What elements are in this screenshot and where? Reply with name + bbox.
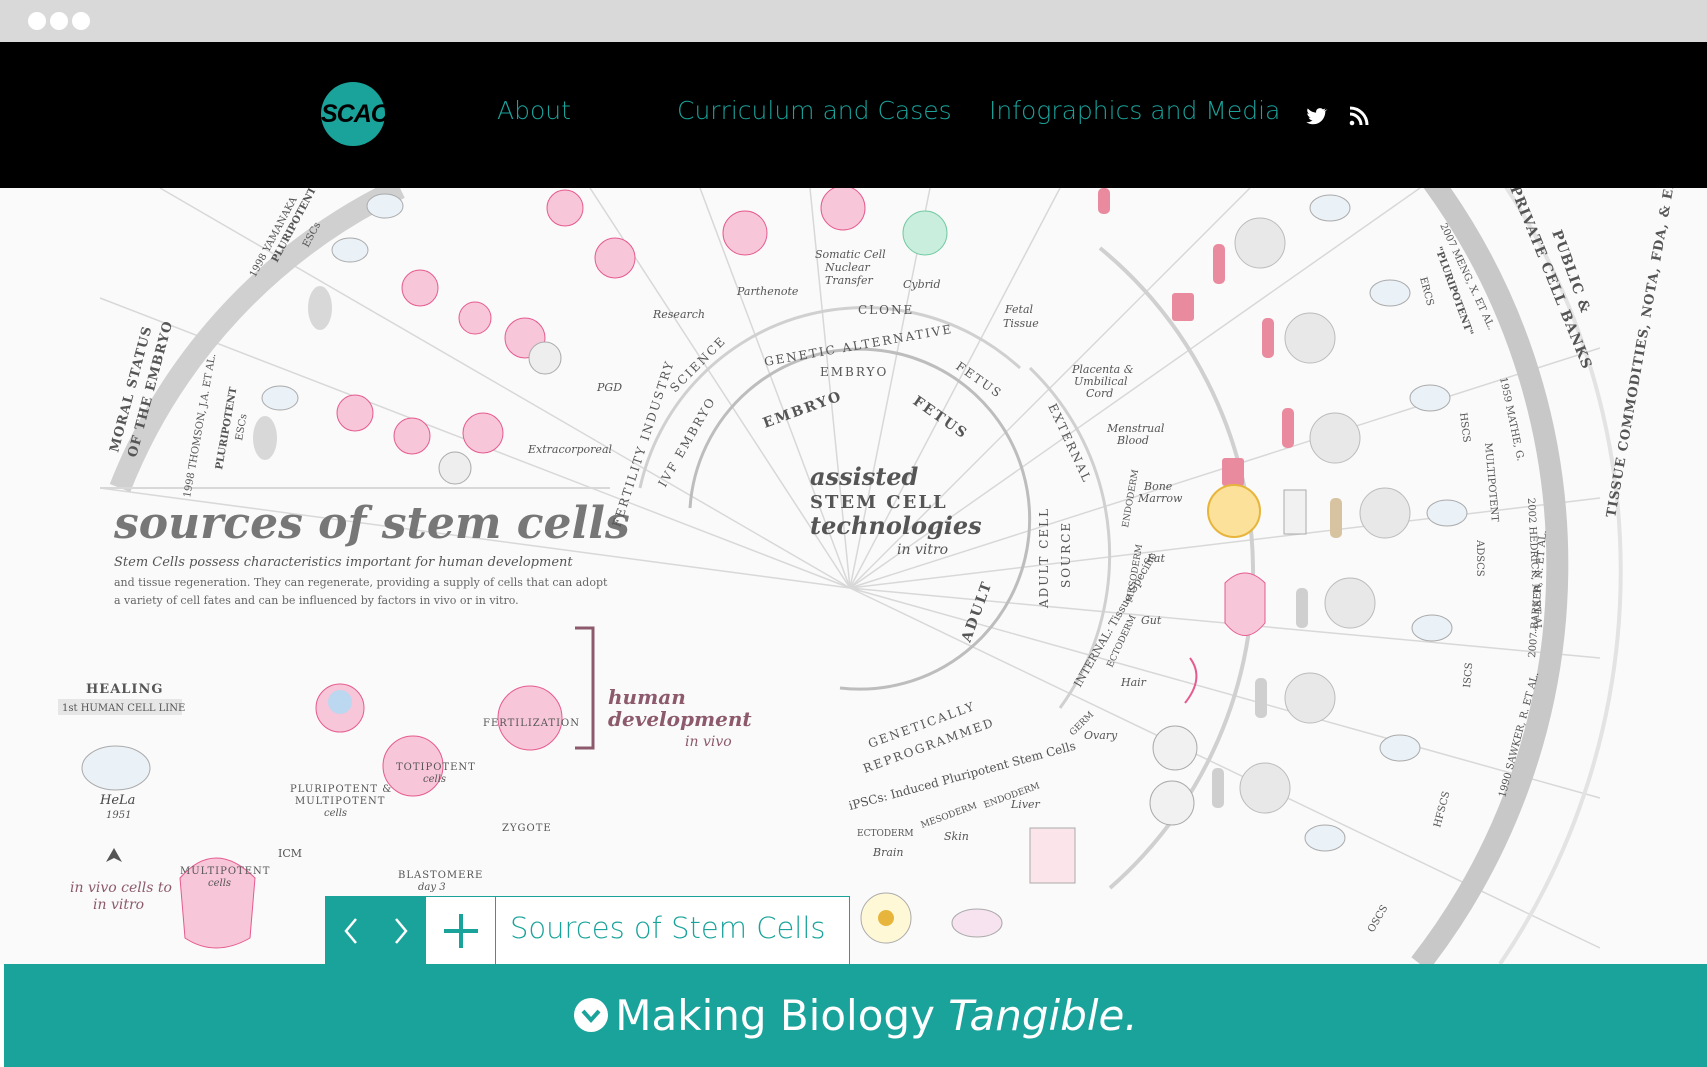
nav-link-infographics-and-media[interactable]: Infographics and Media (989, 96, 1280, 125)
stage-totipotent-cells: cells (423, 774, 446, 785)
chevron-down-circle-icon[interactable] (573, 997, 609, 1033)
stage-pm-cells: cells (324, 808, 347, 819)
source-somatic-3: Transfer (825, 274, 873, 287)
ring-clone: CLONE (858, 303, 914, 317)
type-hfscs: HFSCS (1432, 790, 1452, 829)
window-dot-maximize[interactable] (72, 12, 90, 30)
hela-year: 1951 (106, 810, 131, 821)
type-iscs: ISCS (1462, 662, 1475, 688)
adult-bone-2: Marrow (1137, 492, 1183, 505)
stage-day3: day 3 (418, 882, 446, 893)
rss-icon[interactable] (1347, 104, 1371, 128)
adult-placenta-3: Cord (1086, 387, 1113, 400)
window-dot-minimize[interactable] (50, 12, 68, 30)
ring-science: SCIENCE (667, 333, 729, 395)
stem-cells-infographic: sources of stem cells Stem Cells possess… (58, 188, 1707, 964)
human-dev-2: development (608, 707, 752, 731)
in-vivo-to-2: in vitro (93, 897, 144, 913)
chevron-right-icon (395, 918, 408, 944)
type-oscs: OSCS (1366, 903, 1390, 934)
ipsc-skin: Skin (944, 830, 969, 843)
tagline[interactable]: Making Biology Tangible. (4, 964, 1707, 1067)
in-vivo-to-1: in vivo cells to (70, 880, 172, 896)
adult-menstrual-2: Blood (1116, 434, 1149, 447)
ipsc-ectoderm: ECTODERM (857, 829, 914, 839)
center-title-4: in vitro (897, 542, 948, 558)
type-hscs: HSCS (1457, 412, 1472, 443)
source-tissue: Tissue (1003, 317, 1039, 330)
ring-source: SOURCE (1059, 521, 1073, 588)
source-cybrid: Cybrid (903, 278, 941, 291)
window-dot-close[interactable] (28, 12, 46, 30)
ring-adult: ADULT (958, 578, 995, 645)
ring-embryo-2: EMBRYO (820, 365, 888, 379)
timeline-mathe: 1959 MATHE, G. (1497, 376, 1526, 462)
intro-line-2: and tissue regeneration. They can regene… (114, 576, 608, 589)
adult-ovary: Ovary (1084, 729, 1118, 742)
stage-multipotent-cells: cells (208, 878, 231, 889)
human-dev-1: human (608, 685, 686, 709)
nav-link-about[interactable]: About (497, 96, 571, 125)
slide-controls: Sources of Stem Cells (325, 896, 850, 965)
ring-adult-cell: ADULT CELL (1037, 507, 1051, 609)
left-escs-2: ESCs (234, 413, 250, 441)
source-pgd: PGD (596, 381, 622, 394)
tagline-main: Making Biology (615, 991, 949, 1040)
ipsc-brain: Brain (872, 846, 904, 859)
center-title-3: technologies (810, 511, 982, 540)
source-parthenote: Parthenote (736, 285, 799, 298)
plus-icon (444, 914, 478, 948)
stage-fertilization: FERTILIZATION (483, 718, 580, 729)
infographic-title: sources of stem cells (113, 498, 630, 549)
intro-line-1: Stem Cells possess characteristics impor… (114, 555, 573, 570)
stage-pluripotent: PLURIPOTENT & (290, 784, 392, 795)
source-fetal: Fetal (1004, 303, 1034, 316)
ipsc-title: iPSCs: Induced Pluripotent Stem Cells (847, 739, 1077, 813)
stage-zygote: ZYGOTE (502, 823, 552, 834)
source-extracorporeal: Extracorporeal (527, 443, 613, 456)
stage-totipotent: TOTIPOTENT (396, 762, 476, 773)
source-somatic-1: Somatic Cell (815, 248, 886, 261)
type-ercs: ERCS (1417, 276, 1435, 307)
embryo-wedge-illustrations (253, 188, 948, 485)
next-slide-button[interactable] (376, 897, 426, 965)
adult-gut: Gut (1141, 614, 1162, 627)
previous-slide-button[interactable] (326, 897, 376, 965)
site-logo[interactable]: SCAC (321, 82, 389, 146)
ring-fetus: FETUS (910, 393, 971, 442)
slide-title: Sources of Stem Cells (510, 911, 826, 945)
outer-tissue-commodities: TISSUE COMMODITIES, NOTA, FDA, & EMERGIN… (1604, 188, 1706, 519)
expand-slide-button[interactable] (426, 897, 496, 965)
source-research: Research (652, 308, 705, 321)
intro-line-3: a variety of cell fates and can be influ… (114, 594, 519, 607)
ring-fetus-2: FETUS (953, 359, 1005, 401)
human-dev-3: in vivo (685, 734, 732, 750)
hela-label: HeLa (99, 793, 135, 808)
tagline-emphasis: Tangible. (948, 991, 1138, 1040)
ipsc-liver: Liver (1010, 798, 1041, 811)
type-adscs: ADSCS (1474, 539, 1485, 577)
stage-multipotent: MULTIPOTENT (295, 796, 385, 807)
ring-external: EXTERNAL (1045, 401, 1094, 485)
adult-wedge-illustrations (1098, 188, 1468, 852)
twitter-icon[interactable] (1304, 104, 1328, 128)
healing-label: HEALING (86, 682, 163, 697)
footer-banner: Making Biology Tangible. (4, 964, 1707, 1067)
ipsc-mesoderm: MESODERM (920, 801, 979, 831)
center-title-1: assisted (810, 462, 919, 491)
stage-multipotent-2: MULTIPOTENT (180, 866, 270, 877)
center-title-2: STEM CELL (810, 492, 948, 513)
browser-chrome (0, 0, 1707, 42)
infographic-hero: sources of stem cells Stem Cells possess… (0, 188, 1707, 964)
nav-link-curriculum-and-cases[interactable]: Curriculum and Cases (677, 96, 952, 125)
source-somatic-2: Nuclear (824, 261, 870, 274)
stage-blastomere: BLASTOMERE (398, 870, 483, 881)
first-human-cell-line: 1st HUMAN CELL LINE (62, 703, 185, 714)
chevron-left-icon (344, 918, 357, 944)
adult-hair: Hair (1120, 676, 1147, 689)
stage-icm: ICM (278, 847, 302, 860)
type-multipotent: MULTIPOTENT (1482, 442, 1500, 522)
